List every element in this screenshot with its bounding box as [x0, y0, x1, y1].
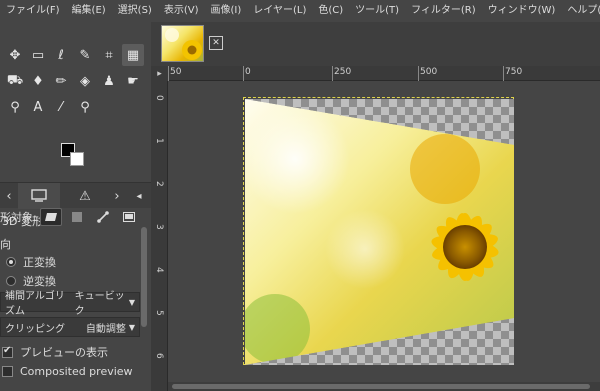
canvas-area: ▸ 500250500750 01234567 [151, 66, 600, 391]
background-color-swatch[interactable] [70, 152, 84, 166]
3d-transform-icon[interactable]: ▦ [122, 44, 144, 66]
text-tool-icon[interactable]: A [27, 96, 49, 118]
horizontal-scrollbar-thumb[interactable] [172, 384, 590, 389]
bucket-fill-icon[interactable]: ⛟ [4, 70, 26, 92]
menu-item[interactable]: ウィンドウ(W) [482, 0, 562, 22]
image-thumbnail-tab[interactable] [161, 25, 204, 62]
ruler-tick-label: 0 [245, 67, 251, 77]
chevron-down-icon: ▼ [128, 297, 135, 307]
ruler-tick-label: 50 [170, 67, 182, 77]
menubar: ファイル(F) 編集(E) 選択(S) 表示(V) 画像(I) レイヤー(L) 色(C) ツー… [0, 0, 600, 22]
dock-right-arrow-icon[interactable]: › [108, 183, 126, 209]
lasso-icon[interactable]: ℓ [50, 44, 72, 66]
direction-label: 向 [0, 238, 11, 251]
ruler-tick-label: 5 [154, 310, 164, 316]
ruler-tick-label: 4 [154, 267, 164, 273]
menu-item[interactable]: 選択(S) [112, 0, 158, 22]
menu-item[interactable]: ファイル(F) [0, 0, 66, 22]
menu-item[interactable]: フィルター(R) [405, 0, 482, 22]
rect-select-icon[interactable]: ▭ [27, 44, 49, 66]
ruler-tick [503, 66, 504, 81]
device-status-tab-icon[interactable]: ⚠ [64, 183, 106, 209]
show-preview-label: プレビューの表示 [20, 346, 108, 359]
stamp-icon[interactable]: ♟ [98, 70, 120, 92]
ruler-tick [332, 66, 333, 81]
horizontal-ruler[interactable]: 50 0 250 500 750 [168, 66, 600, 81]
image-tabs: ✕ [151, 22, 600, 66]
ruler-tick-label: 6 [154, 353, 164, 359]
layer-mode-icon[interactable] [39, 208, 62, 226]
toolbox-panel: ✥ ▭ ℓ ✎ ⌗ ▦ ⛟ ♦ ✏ ◈ ♟ ☛ ⚲ A ⁄ ⚲ ‹ ⚠ › ◂ 3D 変形 形対象: 向 正変… [0, 22, 151, 391]
selection-mode-icon[interactable] [66, 208, 88, 226]
path-icon[interactable]: ⚲ [4, 96, 26, 118]
menu-item[interactable]: 編集(E) [66, 0, 112, 22]
dock-tabs: ‹ ⚠ › ◂ [0, 182, 151, 209]
interpolation-label: 補間アルゴリズム [5, 291, 65, 317]
chevron-down-icon: ▼ [128, 322, 135, 332]
radio-unchecked-icon [6, 276, 16, 286]
tool-options-scrollbar[interactable] [141, 227, 147, 327]
vertical-ruler[interactable]: 01234567 [151, 81, 168, 391]
color-picker-icon[interactable]: ⁄ [50, 96, 72, 118]
menu-item[interactable]: ツール(T) [349, 0, 405, 22]
radio-checked-icon [6, 257, 16, 267]
interpolation-select[interactable]: 補間アルゴリズム キュービック ▼ [0, 291, 140, 317]
ruler-tick-label: 2 [154, 181, 164, 187]
ruler-tick-label: 750 [505, 67, 523, 77]
menu-item[interactable]: ヘルプ(H) [561, 0, 600, 22]
transform-target-label: 形対象: [0, 211, 37, 224]
menu-item[interactable]: 表示(V) [158, 0, 205, 22]
clipping-label: クリッピング [5, 323, 65, 335]
image-canvas[interactable] [243, 97, 514, 365]
menu-item[interactable]: レイヤー(L) [247, 0, 312, 22]
dock-left-arrow-icon[interactable]: ‹ [0, 183, 18, 209]
image-mode-icon[interactable] [118, 208, 140, 226]
composited-preview-checkbox[interactable]: Composited preview [2, 365, 133, 378]
direction-normal-radio[interactable]: 正変換 [6, 254, 56, 270]
clipping-select[interactable]: クリッピング 自動調整 ▼ [0, 317, 140, 337]
ruler-tick-label: 250 [334, 67, 352, 77]
monitor-icon [31, 189, 47, 202]
close-tab-icon[interactable]: ✕ [209, 36, 223, 50]
fuzzy-select-icon[interactable]: ✎ [74, 44, 96, 66]
paint-icon[interactable]: ♦ [27, 70, 49, 92]
tool-options-tab-icon[interactable] [18, 183, 60, 209]
checkbox-unchecked-icon [2, 366, 13, 377]
interpolation-value: キュービック [74, 291, 125, 317]
direction-normal-label: 正変換 [23, 256, 56, 269]
ruler-tick [243, 66, 244, 81]
checkbox-checked-icon [2, 345, 13, 358]
ruler-tick-label: 0 [154, 95, 164, 101]
ruler-corner-icon[interactable]: ▸ [151, 66, 168, 81]
menu-item[interactable]: 色(C) [312, 0, 349, 22]
clipping-value: 自動調整 [85, 323, 126, 335]
ruler-tick [418, 66, 419, 81]
ruler-tick-label: 500 [420, 67, 438, 77]
eraser-icon[interactable]: ◈ [74, 70, 96, 92]
menu-item[interactable]: 画像(I) [205, 0, 248, 22]
transformed-sunflower-image[interactable] [245, 99, 514, 365]
sunflower-thumbnail-icon [165, 28, 202, 60]
path-mode-icon[interactable] [92, 208, 114, 226]
brush-icon[interactable]: ✏ [50, 70, 72, 92]
move-tool-icon[interactable]: ✥ [4, 44, 26, 66]
transform-target-row: 形対象: [0, 208, 144, 226]
ruler-tick-label: 3 [154, 224, 164, 230]
smudge-icon[interactable]: ☛ [122, 70, 144, 92]
composited-preview-label: Composited preview [20, 365, 133, 378]
crop-icon[interactable]: ⌗ [98, 44, 120, 66]
ruler-tick-label: 1 [154, 138, 164, 144]
dock-menu-icon[interactable]: ◂ [130, 183, 148, 209]
show-preview-checkbox[interactable]: プレビューの表示 [2, 344, 108, 360]
ruler-tick [168, 66, 169, 81]
zoom-icon[interactable]: ⚲ [74, 96, 96, 118]
horizontal-scrollbar[interactable] [168, 382, 600, 391]
